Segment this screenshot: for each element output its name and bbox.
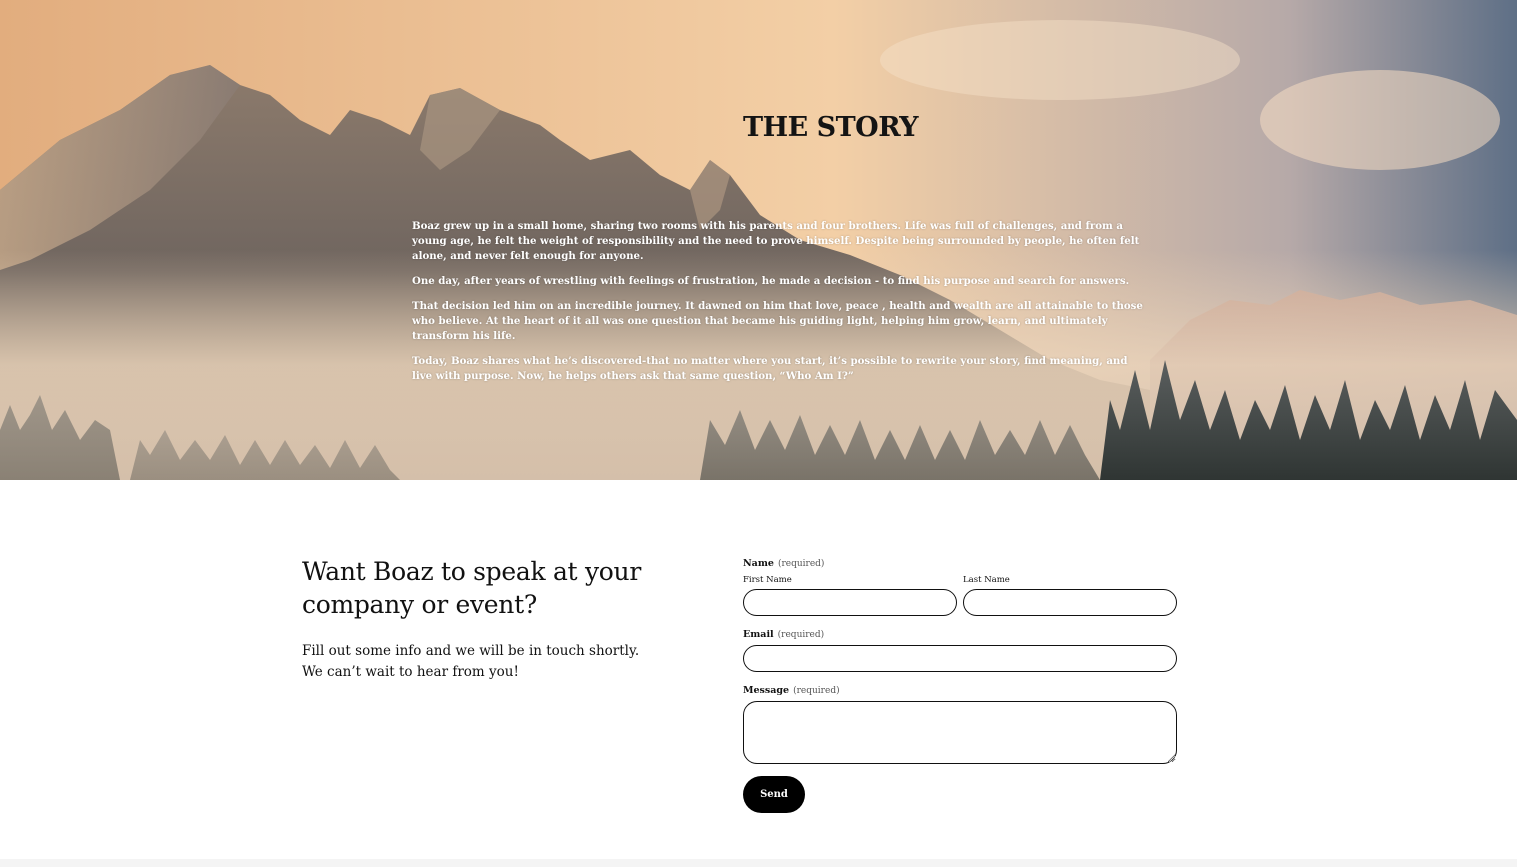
send-button[interactable]: Send <box>743 776 805 813</box>
story-paragraph: Boaz grew up in a small home, sharing tw… <box>412 220 1140 262</box>
email-input[interactable] <box>743 645 1177 672</box>
name-field-group: Name (required) First Name Last Name <box>743 557 1177 616</box>
story-text: Boaz grew up in a small home, sharing tw… <box>412 219 1147 394</box>
name-label: Name (required) <box>743 557 1177 571</box>
required-indicator: (required) <box>793 686 840 696</box>
story-title: THE STORY <box>743 112 919 143</box>
first-name-input[interactable] <box>743 589 957 616</box>
email-label-text: Email <box>743 629 774 640</box>
first-name-column: First Name <box>743 574 957 616</box>
story-paragraph: Today, Boaz shares what he’s discovered-… <box>412 355 1128 382</box>
first-name-label: First Name <box>743 575 792 585</box>
hero-section: THE STORY Boaz grew up in a small home, … <box>0 0 1517 480</box>
email-field-group: Email (required) <box>743 628 1177 672</box>
contact-subtext: Fill out some info and we will be in tou… <box>302 643 640 680</box>
required-indicator: (required) <box>777 630 825 640</box>
message-label: Message (required) <box>743 684 1177 698</box>
story-paragraph: One day, after years of wrestling with f… <box>412 275 1130 287</box>
message-textarea[interactable] <box>743 701 1177 764</box>
message-label-text: Message <box>743 685 790 696</box>
contact-heading: Want Boaz to speak at your company or ev… <box>302 557 641 619</box>
last-name-input[interactable] <box>963 589 1177 616</box>
last-name-column: Last Name <box>963 574 1177 616</box>
name-label-text: Name <box>743 558 774 569</box>
required-indicator: (required) <box>777 559 825 569</box>
last-name-label: Last Name <box>963 575 1010 585</box>
story-paragraph: That decision led him on an incredible j… <box>412 300 1143 342</box>
email-label: Email (required) <box>743 628 1177 642</box>
name-row: First Name Last Name <box>743 574 1177 616</box>
footer-strip <box>0 859 1517 867</box>
contact-form: Name (required) First Name Last Name Emai… <box>743 557 1177 813</box>
message-field-group: Message (required) <box>743 684 1177 764</box>
